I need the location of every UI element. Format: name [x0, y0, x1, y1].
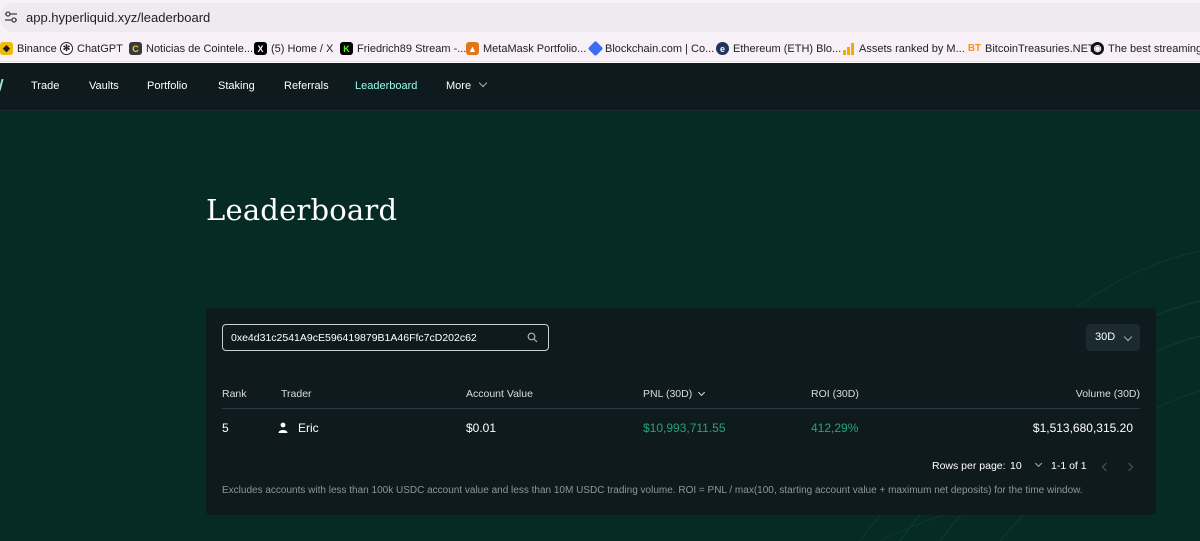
bookmark-metamask[interactable]: ▲ MetaMask Portfolio... [466, 40, 586, 57]
cell-pnl: $10,993,711.55 [643, 421, 726, 435]
rows-per-page-label: Rows per page: [932, 460, 1006, 472]
period-select[interactable]: 30D [1086, 324, 1140, 351]
nav-more[interactable]: More [446, 78, 488, 92]
chevron-down-icon [1123, 332, 1133, 342]
bookmark-label: MetaMask Portfolio... [483, 42, 587, 55]
period-value: 30D [1095, 331, 1116, 343]
cell-roi: 412,29% [811, 421, 859, 435]
bookmark-label: Blockchain.com | Co... [605, 42, 715, 55]
bookmark-binance[interactable]: ◆ Binance [0, 40, 57, 57]
bookmark-blockchain[interactable]: Blockchain.com | Co... [587, 40, 715, 57]
bookmark-etherscan[interactable]: e Ethereum (ETH) Blo... [716, 40, 841, 57]
nav-portfolio[interactable]: Portfolio [147, 80, 187, 92]
binance-icon: ◆ [0, 42, 13, 55]
rows-per-page-value: 10 [1010, 460, 1022, 472]
bookmark-chatgpt[interactable]: ✻ ChatGPT [60, 40, 123, 57]
cointelegraph-icon: C [129, 42, 142, 55]
rows-per-page-select[interactable]: 10 [1010, 459, 1042, 472]
column-pnl[interactable]: PNL (30D) [643, 388, 706, 400]
bookmark-label: BitcoinTreasuries.NET [985, 42, 1095, 55]
ranking-icon [842, 42, 855, 55]
bookmark-assets-ranked[interactable]: Assets ranked by M... [842, 40, 965, 57]
site-settings-icon[interactable] [4, 10, 18, 24]
column-rank: Rank [222, 388, 247, 400]
cell-trader[interactable]: Eric [298, 421, 319, 435]
page-title: Leaderboard [206, 193, 398, 227]
cell-volume: $1,513,680,315.20 [1032, 421, 1133, 435]
next-page-icon[interactable] [1124, 462, 1134, 472]
column-trader: Trader [281, 388, 312, 400]
kick-icon: K [340, 42, 353, 55]
leaderboard-footnote: Excludes accounts with less than 100k US… [222, 485, 1083, 496]
bookmark-label: The best streaming... [1108, 42, 1200, 55]
leaderboard-panel: 30D Rank Trader Account Value PNL (30D) … [206, 308, 1156, 515]
chevron-down-icon [1034, 459, 1042, 468]
bitcointreasuries-icon: BT [967, 43, 982, 54]
bookmarks-bar: ◆ Binance ✻ ChatGPT C Noticias de Cointe… [0, 35, 1200, 62]
blockchain-icon [587, 40, 604, 57]
nav-more-label: More [446, 80, 472, 92]
logo-icon[interactable] [0, 79, 6, 91]
bookmark-label: Friedrich89 Stream -... [357, 42, 467, 55]
sort-desc-icon [698, 388, 706, 397]
bookmark-streaming[interactable]: ◉ The best streaming... [1091, 40, 1200, 57]
bookmark-bitcointreasuries[interactable]: BT BitcoinTreasuries.NET [968, 40, 1095, 57]
nav-vaults[interactable]: Vaults [89, 80, 119, 92]
search-icon[interactable] [527, 332, 538, 343]
cell-rank: 5 [222, 421, 229, 435]
bookmark-label: ChatGPT [77, 42, 123, 55]
bookmark-label: Binance [17, 42, 57, 55]
header-divider [222, 408, 1140, 409]
metamask-icon: ▲ [466, 42, 479, 55]
app-nav: Trade Vaults Portfolio Staking Referrals… [0, 63, 1200, 111]
bookmark-kick[interactable]: K Friedrich89 Stream -... [340, 40, 466, 57]
nav-referrals[interactable]: Referrals [284, 80, 329, 92]
column-pnl-label: PNL (30D) [643, 388, 693, 400]
column-account-value[interactable]: Account Value [466, 388, 533, 400]
nav-staking[interactable]: Staking [218, 80, 255, 92]
bookmark-label: Ethereum (ETH) Blo... [733, 42, 842, 55]
bookmark-x[interactable]: X (5) Home / X [254, 40, 333, 57]
cell-account-value: $0.01 [466, 421, 497, 435]
browser-url-bar: app.hyperliquid.xyz/leaderboard [0, 0, 1200, 35]
address-field[interactable]: app.hyperliquid.xyz/leaderboard [0, 3, 1200, 32]
nav-trade[interactable]: Trade [31, 80, 59, 92]
prev-page-icon[interactable] [1101, 462, 1111, 472]
url-text[interactable]: app.hyperliquid.xyz/leaderboard [26, 10, 210, 25]
bookmark-label: (5) Home / X [271, 42, 334, 55]
chevron-down-icon [478, 78, 488, 88]
chatgpt-icon: ✻ [60, 42, 73, 55]
bookmark-label: Noticias de Cointele... [146, 42, 253, 55]
main-content: Leaderboard 30D Rank Trader Account Valu… [0, 111, 1200, 541]
search-input[interactable] [231, 330, 521, 346]
pagination-range: 1-1 of 1 [1051, 460, 1087, 472]
streaming-icon: ◉ [1091, 42, 1104, 55]
x-icon: X [254, 42, 267, 55]
bookmark-cointelegraph[interactable]: C Noticias de Cointele... [129, 40, 253, 57]
column-volume[interactable]: Volume (30D) [1040, 388, 1140, 400]
nav-leaderboard[interactable]: Leaderboard [355, 80, 417, 92]
bookmark-label: Assets ranked by M... [859, 42, 965, 55]
etherscan-icon: e [716, 42, 729, 55]
column-roi[interactable]: ROI (30D) [811, 388, 859, 400]
user-icon [278, 422, 288, 433]
address-search [222, 324, 549, 351]
